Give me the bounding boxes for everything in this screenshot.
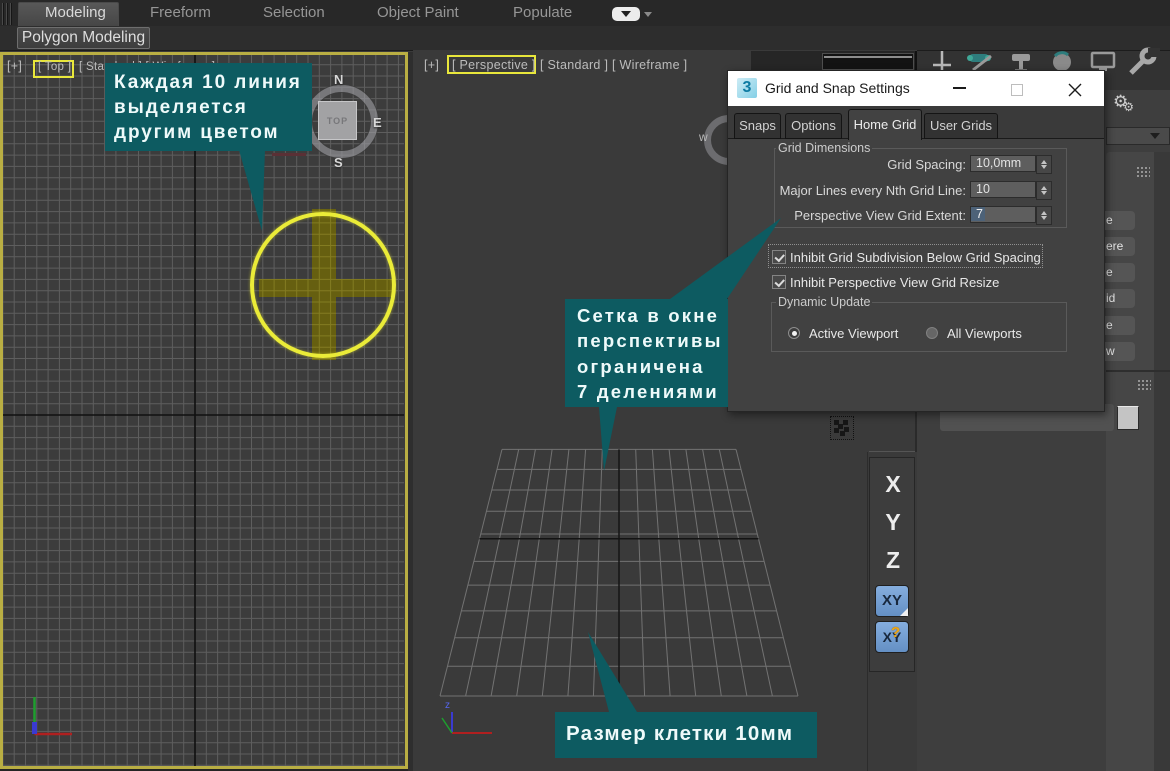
svg-text:z: z xyxy=(445,700,450,711)
